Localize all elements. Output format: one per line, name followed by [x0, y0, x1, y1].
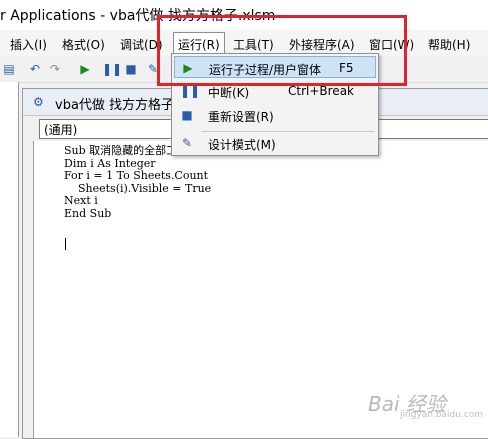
- pause-icon: ❚❚: [180, 84, 201, 98]
- watermark-sub: jingyan.baidu.com: [400, 410, 484, 420]
- object-combo-value: (通用): [44, 123, 78, 137]
- text-caret: [65, 238, 66, 250]
- menu-format[interactable]: 格式(O): [62, 36, 105, 53]
- code-window-title: vba代做 找方方格子.x: [55, 98, 186, 113]
- stop-icon: ■: [181, 108, 193, 122]
- code-text: Sub 取消隐藏的全部工作表() Dim i As Integer For i …: [64, 144, 212, 220]
- red-highlight-box: [157, 15, 407, 86]
- reset-icon[interactable]: ■: [124, 62, 138, 76]
- break-label: 中断(K): [208, 86, 250, 100]
- break-shortcut: Ctrl+Break: [288, 84, 354, 98]
- run-icon[interactable]: ▶: [78, 62, 92, 76]
- toolbar-icon[interactable]: ▤: [2, 62, 16, 76]
- module-icon: ⚙: [33, 95, 44, 109]
- menu-insert[interactable]: 插入(I): [10, 36, 47, 53]
- reset-item[interactable]: ■ 重新设置(R): [174, 104, 376, 126]
- design-mode-icon: ✎: [181, 136, 193, 150]
- design-mode-item[interactable]: ✎ 设计模式(M): [174, 132, 376, 154]
- reset-label: 重新设置(R): [208, 110, 274, 124]
- break-icon[interactable]: ❚❚: [102, 62, 122, 76]
- menu-help[interactable]: 帮助(H): [428, 36, 470, 53]
- redo-icon[interactable]: ↷: [48, 62, 62, 76]
- undo-icon[interactable]: ↶: [28, 62, 42, 76]
- project-explorer[interactable]: [0, 82, 19, 437]
- design-mode-label: 设计模式(M): [208, 138, 276, 152]
